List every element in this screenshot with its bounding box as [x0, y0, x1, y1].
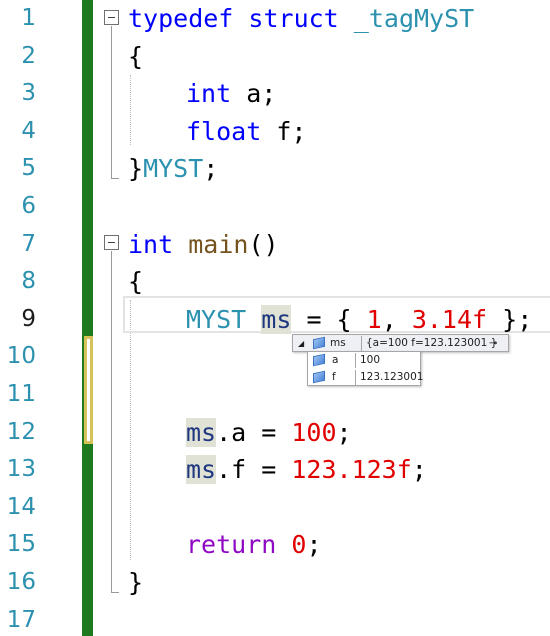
member-name: f: [332, 371, 336, 383]
outline-guide-end: [111, 178, 119, 179]
code-line-4: float f;: [186, 113, 306, 151]
line-number-active: 9: [21, 305, 36, 332]
semicolon: ;: [306, 530, 322, 560]
number-literal: 0: [291, 530, 307, 560]
indent-guide: [130, 75, 131, 145]
code-line-15: return 0;: [186, 526, 322, 564]
brace: }: [128, 154, 144, 184]
outline-guide: [111, 26, 112, 178]
member-value[interactable]: 123.123001: [360, 369, 423, 386]
collapse-arrow-icon[interactable]: ◢: [298, 335, 304, 352]
type-name: MYST: [186, 304, 247, 334]
brace: {: [128, 41, 144, 71]
member-decl: a;: [231, 79, 277, 109]
struct-name: _tagMyST: [353, 4, 475, 33]
brace: {: [128, 267, 144, 297]
field-icon: [313, 353, 325, 367]
line-number: 6: [21, 193, 36, 219]
line-number: 12: [6, 418, 36, 445]
code-line-2: {: [128, 38, 143, 76]
code-line-1: typedef struct _tagMyST: [128, 0, 474, 38]
number-literal: 123.123f: [291, 455, 412, 485]
typedef-alias: MYST: [143, 154, 204, 184]
semicolon: ;: [336, 417, 352, 447]
variable-ms[interactable]: ms: [261, 304, 292, 334]
datatip-value[interactable]: {a=100 f=123.123001 }: [366, 335, 497, 352]
initializer-close: };: [487, 304, 533, 334]
pin-icon[interactable]: ⊸: [489, 335, 497, 352]
initializer-open: = {: [291, 304, 367, 334]
function-name: main: [188, 229, 249, 259]
variable-ms[interactable]: ms: [186, 417, 217, 447]
code-line-3: int a;: [186, 75, 276, 113]
number-literal: 3.14f: [411, 304, 488, 334]
member-access: .f =: [216, 455, 292, 485]
code-line-16: }: [128, 564, 143, 602]
collapse-struct-icon[interactable]: [104, 10, 119, 25]
line-number: 14: [6, 493, 36, 520]
code-line-9: MYST ms = { 1, 3.14f };: [186, 301, 532, 339]
line-number: 5: [21, 155, 36, 182]
type-keyword: float: [186, 116, 262, 146]
line-number: 11: [6, 381, 36, 407]
datatip-separator: [355, 370, 356, 385]
variable-icon: [313, 336, 325, 350]
line-number: 7: [21, 230, 36, 257]
semicolon: ;: [203, 154, 219, 184]
datatip-separator: [355, 353, 356, 368]
code-line-7: int main(): [128, 226, 279, 264]
line-number: 17: [6, 606, 36, 633]
line-number: 2: [21, 42, 36, 69]
code-line-8: {: [128, 263, 143, 301]
code-line-12: ms.a = 100;: [186, 414, 352, 452]
saved-changes-bar: [82, 0, 93, 636]
outline-guide: [111, 251, 112, 592]
member-value[interactable]: 100: [360, 352, 380, 369]
field-icon: [313, 370, 325, 384]
number-literal: 100: [291, 417, 337, 447]
collapse-main-icon[interactable]: [104, 235, 119, 250]
line-number: 3: [21, 80, 36, 107]
keyword: typedef: [128, 4, 234, 33]
parens: (): [248, 229, 279, 259]
number-literal: 1: [366, 304, 382, 334]
datatip-header[interactable]: ◢ ms {a=100 f=123.123001 } ⊸: [292, 334, 509, 352]
semicolon: ;: [411, 455, 427, 485]
line-number: 8: [21, 268, 36, 295]
type-keyword: int: [186, 79, 232, 109]
unsaved-changes-bar: [84, 336, 93, 444]
keyword: struct: [248, 4, 339, 33]
indent-guide: [130, 300, 131, 560]
line-number: 13: [6, 456, 36, 483]
code-line-13: ms.f = 123.123f;: [186, 451, 427, 489]
line-number: 10: [6, 343, 36, 370]
brace: }: [128, 568, 144, 597]
line-number: 16: [6, 569, 36, 595]
member-access: .a =: [216, 417, 292, 447]
comma: ,: [381, 304, 412, 334]
member-decl: f;: [261, 116, 307, 146]
code-line-5: }MYST;: [128, 150, 218, 188]
datatip-name: ms: [330, 337, 346, 349]
line-number: 15: [6, 531, 36, 558]
datatip-separator: [361, 336, 362, 351]
member-name: a: [332, 354, 339, 366]
outline-guide-end: [111, 592, 119, 593]
return-keyword: return: [186, 530, 277, 560]
variable-ms[interactable]: ms: [186, 455, 217, 485]
type-keyword: int: [128, 229, 174, 259]
line-number: 1: [21, 5, 36, 31]
line-number: 4: [21, 117, 36, 144]
datatip-members: a 100 f 123.123001: [307, 351, 423, 386]
